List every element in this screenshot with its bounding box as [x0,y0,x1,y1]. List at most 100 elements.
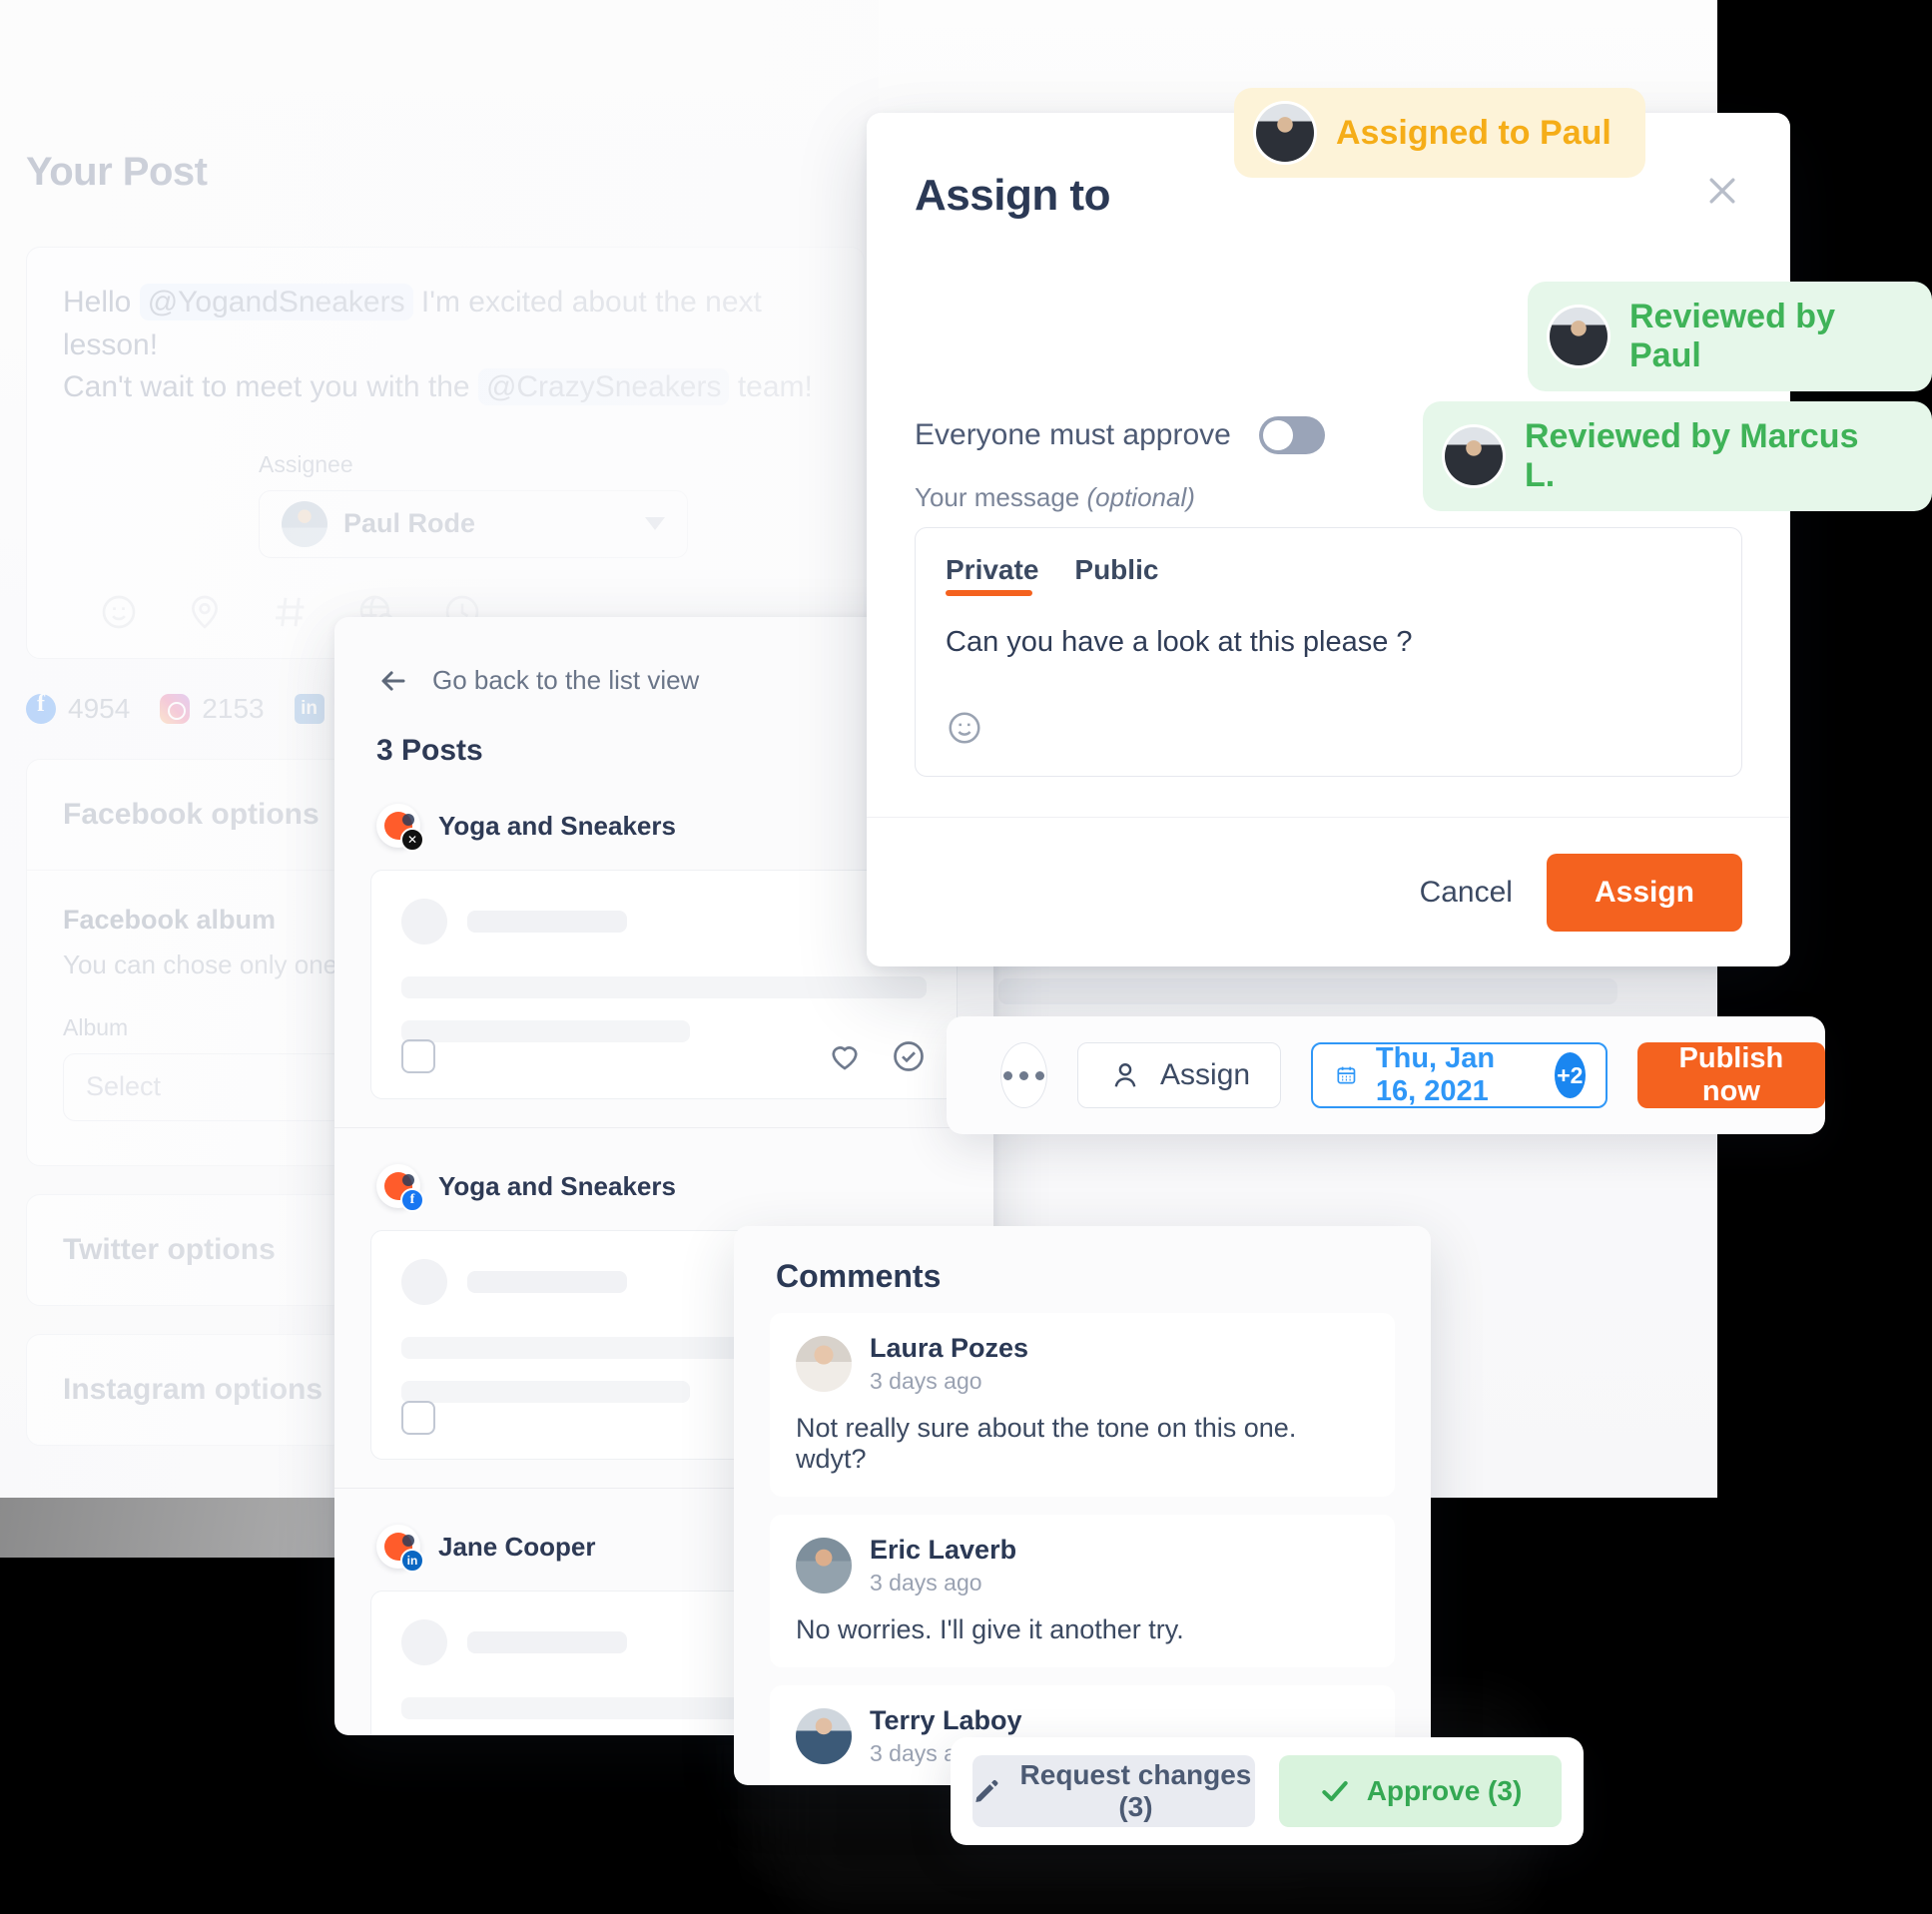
compose-line2-pre: Can't wait to meet you with the [63,370,478,404]
stat-facebook-count: 4954 [68,692,131,724]
emoji-icon[interactable] [99,592,139,632]
avatar [1445,427,1503,485]
status-badge-label: Reviewed by Paul [1629,298,1835,374]
assignee-name: Paul Rode [343,508,476,539]
assign-to-modal: Assign to Everyone must approve Your mes… [867,113,1790,966]
post-group-header: Yoga and Sneakers [334,1128,993,1212]
stat-facebook: 4954 [26,691,131,725]
location-icon[interactable] [185,592,225,632]
assign-toolbar-label: Assign [1160,1058,1251,1091]
check-icon [1322,1781,1348,1801]
assignee-label: Assignee [259,450,353,477]
comment-item: Eric Laverb 3 days ago No worries. I'll … [770,1515,1395,1667]
post-select-checkbox[interactable] [401,1039,435,1073]
comment-time: 3 days ago [870,1570,982,1595]
comment-text: No worries. I'll give it another try. [796,1614,1184,1644]
message-visibility-tabs: Private Public [946,554,1711,596]
compose-card: Hello @YogandSneakers I'm excited about … [26,247,865,659]
everyone-must-approve-toggle[interactable] [1258,416,1325,454]
comment-author: Eric Laverb [870,1535,1017,1565]
avatar [401,1619,447,1665]
request-changes-label: Request changes (3) [1019,1759,1252,1822]
avatar [1550,308,1608,365]
message-label-optional: (optional) [1086,482,1195,512]
close-icon[interactable] [1702,171,1742,216]
user-icon [1114,1063,1136,1087]
status-badge-reviewed-marcus: Reviewed by Marcus L. [1423,401,1932,511]
avatar [796,1336,852,1392]
post-group-name: Jane Cooper [438,1531,596,1562]
mention-crazysneakers[interactable]: @CrazySneakers [477,368,730,406]
tab-public[interactable]: Public [1074,554,1158,596]
compose-line1-pre: Hello [63,286,140,319]
assignee-field: Assignee Paul Rode [259,451,688,558]
chevron-down-icon [645,517,665,531]
skeleton-line [401,976,927,998]
everyone-must-approve-label: Everyone must approve [915,418,1231,451]
approve-label: Approve (3) [1366,1775,1523,1806]
comment-author: Laura Pozes [870,1333,1029,1363]
status-badge-label: Assigned to Paul [1336,113,1611,152]
comments-panel: Comments Laura Pozes 3 days ago Not real… [734,1226,1431,1785]
tab-private[interactable]: Private [946,554,1038,596]
post-select-checkbox[interactable] [401,1401,435,1435]
comment-time: 3 days ago [870,1368,982,1394]
brand-avatar [376,1525,424,1573]
skeleton-line [467,1271,627,1293]
approval-action-bar: Request changes (3) Approve (3) [951,1737,1584,1845]
album-select-placeholder: Select [86,1071,162,1102]
skeleton-line [467,1631,627,1653]
approve-button[interactable]: Approve (3) [1279,1755,1562,1827]
status-badge-label: Reviewed by Marcus L. [1525,417,1859,494]
compose-text[interactable]: Hello @YogandSneakers I'm excited about … [63,282,828,409]
facebook-icon [400,1188,424,1212]
avatar [282,500,327,547]
post-group-name: Yoga and Sneakers [438,810,676,841]
facebook-icon [26,691,56,724]
cancel-button[interactable]: Cancel [1420,876,1513,910]
skeleton-line [401,1381,691,1403]
hashtag-icon[interactable] [271,592,311,632]
pencil-icon [975,1779,998,1802]
publish-now-button[interactable]: Publish now [1636,1042,1825,1108]
post-group-name: Yoga and Sneakers [438,1170,676,1201]
check-circle-icon[interactable] [891,1038,927,1074]
brand-avatar [376,804,424,852]
mention-yogandsneakers[interactable]: @YogandSneakers [139,284,413,320]
stat-instagram-count: 2153 [202,692,265,724]
stat-instagram: 2153 [160,692,265,725]
avatar [796,1708,852,1764]
comment-text: Not really sure about the tone on this o… [796,1413,1297,1474]
emoji-icon[interactable] [946,709,983,752]
schedule-date-button[interactable]: Thu, Jan 16, 2021 +2 [1311,1042,1608,1108]
avatar [796,1538,852,1594]
avatar [1256,104,1314,162]
x-twitter-icon [400,828,424,852]
brand-avatar [376,1164,424,1212]
modal-footer: Cancel Assign [867,817,1790,966]
heart-icon[interactable] [827,1038,863,1074]
assignee-dropdown[interactable]: Paul Rode [259,489,688,558]
more-options-button[interactable] [1000,1042,1048,1108]
screenshot-root: Your Post Hello @YogandSneakers I'm exci… [0,0,1932,1914]
linkedin-icon [400,1549,424,1573]
status-badge-reviewed-paul: Reviewed by Paul [1528,282,1932,391]
schedule-date-extra-count: +2 [1554,1052,1586,1098]
page-title: Your Post [26,150,208,194]
request-changes-button[interactable]: Request changes (3) [972,1755,1255,1827]
schedule-date-label: Thu, Jan 16, 2021 [1375,1042,1496,1107]
compose-line2-post: team! [729,370,813,404]
message-input[interactable]: Can you have a look at this please ? [946,626,1711,659]
message-label-text: Your message [915,482,1087,512]
assign-button[interactable]: Assign [1546,853,1742,932]
publish-toolbar: Assign Thu, Jan 16, 2021 +2 Publish now [947,1016,1825,1134]
instagram-icon [160,693,191,724]
skeleton-line [467,911,627,933]
status-badge-assigned: Assigned to Paul [1234,88,1645,178]
assign-toolbar-button[interactable]: Assign [1077,1042,1282,1108]
calendar-icon [1337,1066,1356,1084]
linkedin-icon [294,693,324,724]
arrow-left-icon [381,670,405,691]
avatar [401,899,447,945]
comment-item: Laura Pozes 3 days ago Not really sure a… [770,1313,1395,1497]
